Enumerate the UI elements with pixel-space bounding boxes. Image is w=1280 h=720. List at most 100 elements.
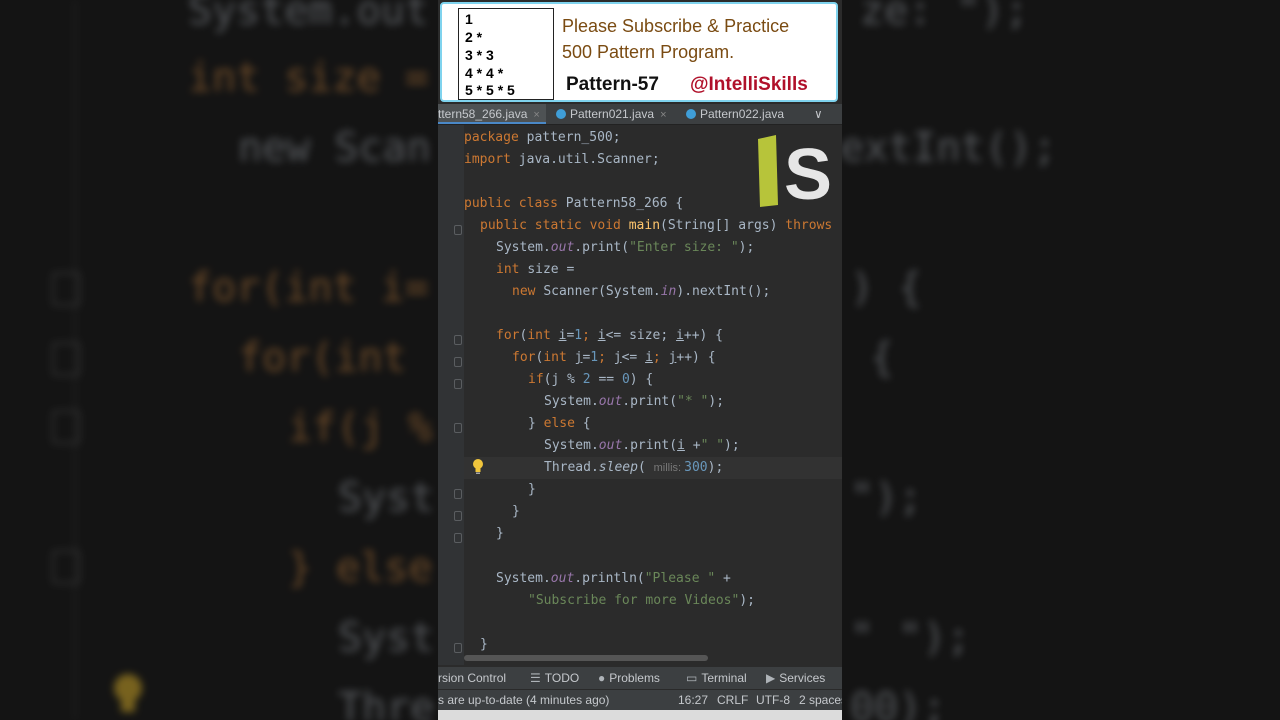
tab-pattern58-266[interactable]: ttern58_266.java × xyxy=(438,104,546,124)
warning-icon: ● xyxy=(598,671,606,685)
indent-setting[interactable]: 2 spaces xyxy=(799,690,842,710)
code-token: package xyxy=(464,130,527,145)
fold-marker[interactable] xyxy=(454,489,462,499)
code-token: i xyxy=(645,350,653,365)
background-code-line: ) { xyxy=(850,265,923,311)
code-token: i xyxy=(676,328,684,343)
code-token: .print( xyxy=(622,394,678,409)
code-token: out xyxy=(598,394,623,409)
background-code-line: Syst xyxy=(338,615,435,661)
code-token: 1 xyxy=(590,350,599,365)
background-fold-marker xyxy=(52,272,80,306)
code-line: public class Pattern58_266 { xyxy=(464,193,683,215)
fold-marker[interactable] xyxy=(454,643,462,653)
pattern-row: 3 * 3 xyxy=(465,47,494,63)
code-token: out xyxy=(550,571,575,586)
pattern-row: 5 * 5 * 5 xyxy=(465,82,515,98)
code-token: out xyxy=(550,240,575,255)
version-control-button[interactable]: rsion Control xyxy=(438,667,506,689)
code-line: } xyxy=(512,504,520,519)
code-token: int xyxy=(496,262,528,277)
tab-label: Pattern021.java xyxy=(570,107,655,121)
code-token: ); xyxy=(724,438,740,453)
code-token: System. xyxy=(496,571,551,586)
fold-marker[interactable] xyxy=(454,533,462,543)
java-class-icon xyxy=(556,109,566,119)
fold-marker[interactable] xyxy=(454,357,462,367)
fold-marker[interactable] xyxy=(454,225,462,235)
services-icon: ▶ xyxy=(766,671,776,685)
code-token: <= xyxy=(621,350,646,365)
terminal-label: Terminal xyxy=(701,671,747,685)
code-line: } xyxy=(480,637,488,652)
code-token: (j % xyxy=(543,372,583,387)
code-token: out xyxy=(598,438,623,453)
background-fold-marker xyxy=(52,410,80,444)
terminal-icon: ▭ xyxy=(686,671,698,685)
code-line: for(int j=1; j<= i; j++) { xyxy=(512,347,716,369)
code-line: new Scanner(System.in).nextInt(); xyxy=(512,281,770,303)
close-icon[interactable]: × xyxy=(660,109,666,121)
background-code-line: 00); xyxy=(850,685,947,720)
code-token: for xyxy=(512,350,536,365)
code-token: throws xyxy=(785,218,833,233)
title-banner: 1 2 * 3 * 3 4 * 4 * 5 * 5 * 5 Please Sub… xyxy=(440,2,838,102)
code-token: + xyxy=(684,438,701,453)
code-token: <= size; xyxy=(605,328,677,343)
code-token: 1 xyxy=(574,328,583,343)
code-token: int xyxy=(527,328,559,343)
code-token: .println( xyxy=(574,571,645,586)
lightbulb-icon[interactable] xyxy=(472,458,484,476)
services-label: Services xyxy=(779,671,826,685)
code-token: (String[] args) xyxy=(660,218,786,233)
tab-pattern021[interactable]: Pattern021.java × xyxy=(556,104,667,124)
code-token: ); xyxy=(739,593,755,608)
fold-marker[interactable] xyxy=(454,511,462,521)
file-encoding[interactable]: UTF-8 xyxy=(756,690,790,710)
code-token: " " xyxy=(700,438,725,453)
code-editor[interactable]: S package pattern_500; import java.util.… xyxy=(438,125,842,665)
horizontal-scrollbar[interactable] xyxy=(464,655,708,661)
code-token: ( xyxy=(637,460,654,475)
channel-handle-prefix: @Intelli xyxy=(690,74,759,95)
tab-pattern022[interactable]: Pattern022.java xyxy=(686,104,784,124)
fold-marker[interactable] xyxy=(454,379,462,389)
code-token: public class xyxy=(464,196,566,211)
todo-button[interactable]: ☰ TODO xyxy=(530,667,579,689)
code-token: ; xyxy=(652,350,669,365)
code-token: in xyxy=(660,284,677,299)
cursor-position[interactable]: 16:27 xyxy=(678,690,708,710)
problems-button[interactable]: ● Problems xyxy=(598,667,660,689)
background-fold-marker xyxy=(52,342,80,376)
background-code-line: new Scan xyxy=(238,125,431,171)
tab-label: Pattern022.java xyxy=(700,107,785,121)
fold-marker[interactable] xyxy=(454,423,462,433)
line-separator[interactable]: CRLF xyxy=(717,690,748,710)
problems-label: Problems xyxy=(609,671,660,685)
background-code-line: "); xyxy=(850,475,923,521)
background-code-line: int size = xyxy=(188,55,429,101)
terminal-button[interactable]: ▭ Terminal xyxy=(686,667,747,689)
services-button[interactable]: ▶ Services xyxy=(766,667,825,689)
code-line: Thread.sleep( millis: 300); xyxy=(544,457,723,479)
code-token: .print( xyxy=(574,240,630,255)
taskbar-strip xyxy=(438,710,842,720)
code-token: size = xyxy=(527,262,575,277)
status-bar: s are up-to-date (4 minutes ago) 16:27 C… xyxy=(438,689,842,710)
code-token: "Please " xyxy=(644,571,716,586)
background-code-line: for(int xyxy=(238,335,407,381)
code-token: main xyxy=(628,218,661,233)
close-icon[interactable]: × xyxy=(533,109,539,121)
chevron-down-icon[interactable]: ∨ xyxy=(815,104,822,124)
background-code-line: Thre xyxy=(338,685,435,720)
code-token: 300 xyxy=(684,460,708,475)
code-token: ); xyxy=(738,240,755,255)
code-token: { xyxy=(574,416,591,431)
background-code-line: extInt(); xyxy=(840,125,1057,171)
code-line: package pattern_500; xyxy=(464,127,621,149)
code-token: Scanner(System. xyxy=(543,284,661,299)
fold-marker[interactable] xyxy=(454,335,462,345)
code-token: "Subscribe for more Videos" xyxy=(528,593,740,608)
java-class-icon xyxy=(686,109,696,119)
status-message[interactable]: s are up-to-date (4 minutes ago) xyxy=(438,690,609,710)
